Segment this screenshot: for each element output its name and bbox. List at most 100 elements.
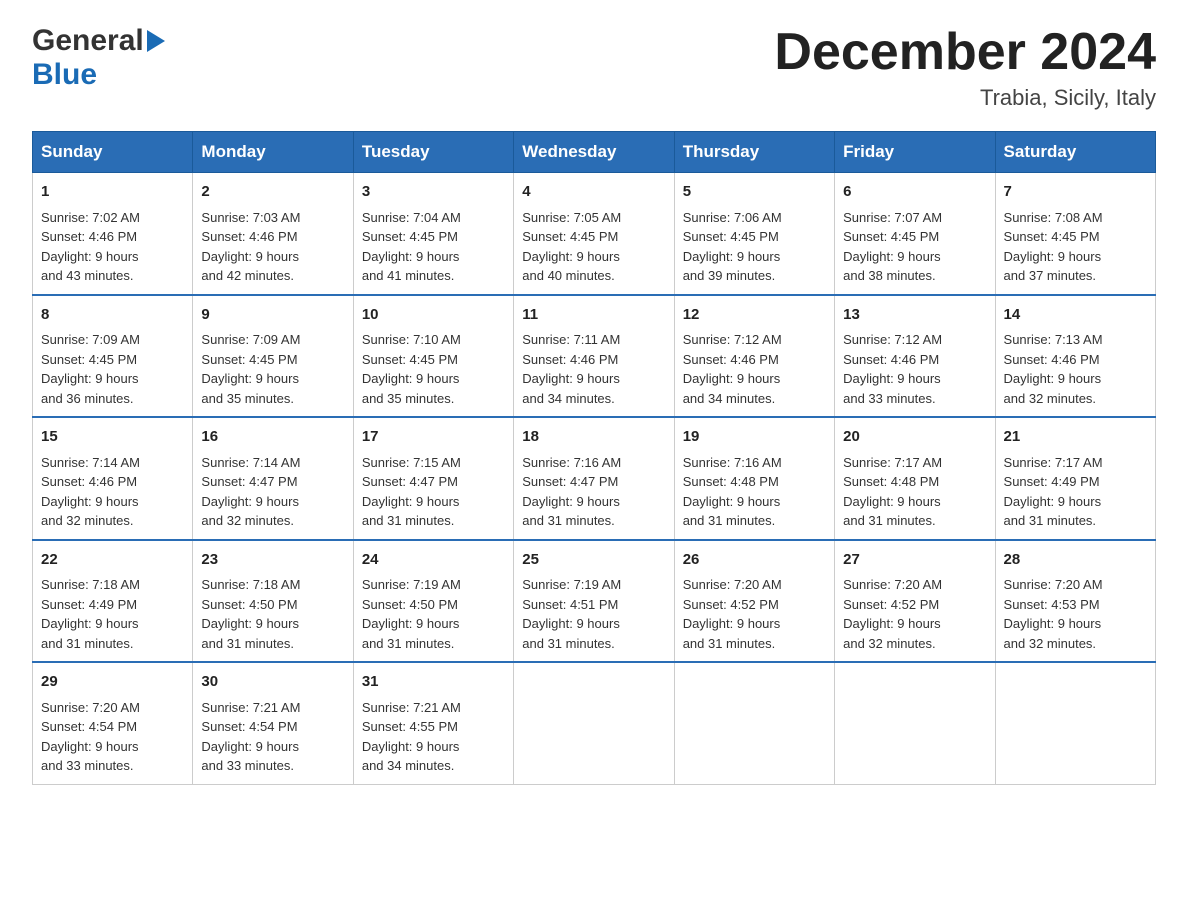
minutes-text: and 32 minutes. <box>201 513 294 528</box>
minutes-text: and 31 minutes. <box>362 636 455 651</box>
sunset-text: Sunset: 4:49 PM <box>41 597 137 612</box>
day-info: Sunrise: 7:20 AMSunset: 4:52 PMDaylight:… <box>683 575 826 653</box>
day-number: 1 <box>41 181 184 204</box>
sunrise-text: Sunrise: 7:03 AM <box>201 210 300 225</box>
daylight-text: Daylight: 9 hours <box>201 371 299 386</box>
logo-arrow-icon <box>147 30 165 57</box>
sunrise-text: Sunrise: 7:17 AM <box>843 455 942 470</box>
sunset-text: Sunset: 4:46 PM <box>201 229 297 244</box>
day-number: 14 <box>1004 304 1147 327</box>
sunrise-text: Sunrise: 7:06 AM <box>683 210 782 225</box>
minutes-text: and 36 minutes. <box>41 391 134 406</box>
day-info: Sunrise: 7:05 AMSunset: 4:45 PMDaylight:… <box>522 208 665 286</box>
day-number: 13 <box>843 304 986 327</box>
daylight-text: Daylight: 9 hours <box>201 616 299 631</box>
minutes-text: and 43 minutes. <box>41 268 134 283</box>
calendar-day-cell: 31Sunrise: 7:21 AMSunset: 4:55 PMDayligh… <box>353 662 513 784</box>
daylight-text: Daylight: 9 hours <box>683 616 781 631</box>
calendar-day-cell: 25Sunrise: 7:19 AMSunset: 4:51 PMDayligh… <box>514 540 674 663</box>
daylight-text: Daylight: 9 hours <box>201 739 299 754</box>
sunrise-text: Sunrise: 7:18 AM <box>41 577 140 592</box>
sunrise-text: Sunrise: 7:16 AM <box>522 455 621 470</box>
day-number: 17 <box>362 426 505 449</box>
logo-general: General <box>32 24 144 58</box>
sunset-text: Sunset: 4:47 PM <box>522 474 618 489</box>
sunrise-text: Sunrise: 7:07 AM <box>843 210 942 225</box>
daylight-text: Daylight: 9 hours <box>362 371 460 386</box>
calendar-day-cell: 11Sunrise: 7:11 AMSunset: 4:46 PMDayligh… <box>514 295 674 418</box>
calendar-week-row: 1Sunrise: 7:02 AMSunset: 4:46 PMDaylight… <box>33 173 1156 295</box>
day-info: Sunrise: 7:20 AMSunset: 4:53 PMDaylight:… <box>1004 575 1147 653</box>
minutes-text: and 40 minutes. <box>522 268 615 283</box>
minutes-text: and 37 minutes. <box>1004 268 1097 283</box>
sunset-text: Sunset: 4:46 PM <box>843 352 939 367</box>
sunrise-text: Sunrise: 7:21 AM <box>362 700 461 715</box>
sunrise-text: Sunrise: 7:20 AM <box>683 577 782 592</box>
daylight-text: Daylight: 9 hours <box>41 739 139 754</box>
sunrise-text: Sunrise: 7:19 AM <box>522 577 621 592</box>
calendar-day-cell: 4Sunrise: 7:05 AMSunset: 4:45 PMDaylight… <box>514 173 674 295</box>
minutes-text: and 32 minutes. <box>1004 636 1097 651</box>
sunrise-text: Sunrise: 7:11 AM <box>522 332 620 347</box>
day-number: 16 <box>201 426 344 449</box>
day-number: 9 <box>201 304 344 327</box>
daylight-text: Daylight: 9 hours <box>1004 616 1102 631</box>
calendar-day-cell: 26Sunrise: 7:20 AMSunset: 4:52 PMDayligh… <box>674 540 834 663</box>
sunset-text: Sunset: 4:45 PM <box>843 229 939 244</box>
calendar-day-cell: 6Sunrise: 7:07 AMSunset: 4:45 PMDaylight… <box>835 173 995 295</box>
sunrise-text: Sunrise: 7:13 AM <box>1004 332 1103 347</box>
daylight-text: Daylight: 9 hours <box>201 249 299 264</box>
calendar-day-cell: 18Sunrise: 7:16 AMSunset: 4:47 PMDayligh… <box>514 417 674 540</box>
daylight-text: Daylight: 9 hours <box>522 494 620 509</box>
day-number: 3 <box>362 181 505 204</box>
day-info: Sunrise: 7:17 AMSunset: 4:48 PMDaylight:… <box>843 453 986 531</box>
day-info: Sunrise: 7:16 AM Sunset: 4:47 PM Daylight:… <box>522 453 665 531</box>
sunrise-text: Sunrise: 7:20 AM <box>41 700 140 715</box>
day-info: Sunrise: 7:16 AMSunset: 4:48 PMDaylight:… <box>683 453 826 531</box>
logo-blue: Blue <box>32 58 97 92</box>
calendar-day-cell <box>514 662 674 784</box>
minutes-text: and 34 minutes. <box>362 758 455 773</box>
column-header-friday: Friday <box>835 132 995 173</box>
day-info: Sunrise: 7:12 AMSunset: 4:46 PMDaylight:… <box>683 330 826 408</box>
column-header-monday: Monday <box>193 132 353 173</box>
calendar-day-cell: 21Sunrise: 7:17 AMSunset: 4:49 PMDayligh… <box>995 417 1155 540</box>
day-number: 27 <box>843 549 986 572</box>
calendar-day-cell: 17Sunrise: 7:15 AMSunset: 4:47 PMDayligh… <box>353 417 513 540</box>
calendar-day-cell: 27Sunrise: 7:20 AMSunset: 4:52 PMDayligh… <box>835 540 995 663</box>
day-number: 12 <box>683 304 826 327</box>
day-number: 22 <box>41 549 184 572</box>
day-number: 29 <box>41 671 184 694</box>
daylight-text: Daylight: 9 hours <box>1004 371 1102 386</box>
calendar-day-cell <box>995 662 1155 784</box>
day-number: 21 <box>1004 426 1147 449</box>
minutes-text: and 32 minutes. <box>1004 391 1097 406</box>
sunset-text: Sunset: 4:45 PM <box>522 229 618 244</box>
calendar-week-row: 15Sunrise: 7:14 AMSunset: 4:46 PMDayligh… <box>33 417 1156 540</box>
page-header: General Blue December 2024 Trabia, Sicil… <box>32 24 1156 111</box>
day-number: 23 <box>201 549 344 572</box>
minutes-text: and 33 minutes. <box>201 758 294 773</box>
sunset-text: Sunset: 4:50 PM <box>201 597 297 612</box>
minutes-text: and 31 minutes. <box>522 636 615 651</box>
day-info: Sunrise: 7:20 AMSunset: 4:54 PMDaylight:… <box>41 698 184 776</box>
minutes-text: and 39 minutes. <box>683 268 776 283</box>
daylight-text: Daylight: 9 hours <box>362 616 460 631</box>
calendar-day-cell: 13Sunrise: 7:12 AMSunset: 4:46 PMDayligh… <box>835 295 995 418</box>
minutes-text: and 42 minutes. <box>201 268 294 283</box>
minutes-text: and 31 minutes. <box>1004 513 1097 528</box>
calendar-day-cell: 7Sunrise: 7:08 AMSunset: 4:45 PMDaylight… <box>995 173 1155 295</box>
sunset-text: Sunset: 4:47 PM <box>201 474 297 489</box>
day-number: 25 <box>522 549 665 572</box>
sunset-text: Sunset: 4:48 PM <box>683 474 779 489</box>
calendar-day-cell: 3Sunrise: 7:04 AMSunset: 4:45 PMDaylight… <box>353 173 513 295</box>
daylight-text: Daylight: 9 hours <box>522 616 620 631</box>
minutes-text: and 31 minutes. <box>683 513 776 528</box>
minutes-text: and 35 minutes. <box>362 391 455 406</box>
calendar-week-row: 8Sunrise: 7:09 AMSunset: 4:45 PMDaylight… <box>33 295 1156 418</box>
calendar-day-cell <box>835 662 995 784</box>
sunrise-text: Sunrise: 7:08 AM <box>1004 210 1103 225</box>
sunrise-text: Sunrise: 7:16 AM <box>683 455 782 470</box>
day-info: Sunrise: 7:14 AMSunset: 4:47 PMDaylight:… <box>201 453 344 531</box>
minutes-text: and 38 minutes. <box>843 268 936 283</box>
